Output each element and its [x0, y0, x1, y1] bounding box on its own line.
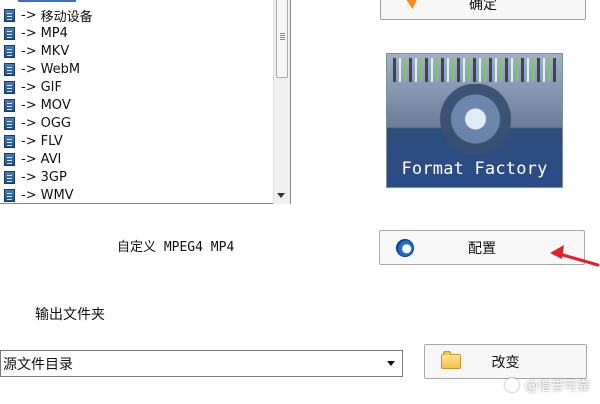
change-button[interactable]: 改变 — [424, 344, 587, 379]
file-icon — [4, 26, 15, 40]
list-item[interactable]: -> OGG — [4, 114, 71, 132]
file-icon — [4, 8, 15, 22]
config-gear-icon — [396, 239, 414, 257]
config-button-label: 配置 — [468, 240, 496, 257]
format-factory-logo: Format Factory — [386, 53, 563, 188]
folder-icon — [441, 351, 461, 369]
list-item[interactable]: -> 3GP — [4, 168, 67, 186]
scroll-thumb[interactable] — [276, 0, 288, 78]
change-button-label: 改变 — [491, 354, 520, 371]
list-item[interactable]: -> WebM — [4, 60, 80, 78]
file-icon — [4, 188, 15, 202]
scroll-down-arrow-icon[interactable] — [277, 193, 285, 198]
format-list[interactable]: -> 移动设备 -> MP4 -> MKV -> WebM -> GIF -> … — [0, 0, 291, 204]
file-icon — [4, 62, 15, 76]
file-icon — [4, 134, 15, 148]
logo-text: Format Factory — [401, 159, 548, 179]
annotation-arrow-icon — [550, 245, 600, 267]
list-item[interactable]: -> FLV — [4, 132, 63, 150]
ok-icon — [403, 0, 419, 9]
file-icon — [4, 116, 15, 130]
selected-item-highlight[interactable] — [18, 0, 76, 2]
list-item[interactable]: -> MP4 — [4, 24, 68, 42]
list-item[interactable]: -> MKV — [4, 42, 69, 60]
file-icon — [4, 80, 15, 94]
ok-button-label: 确定 — [469, 0, 497, 13]
list-scrollbar[interactable] — [273, 0, 290, 204]
grip-icon — [280, 33, 285, 34]
format-icons-strip — [393, 58, 558, 82]
list-item[interactable]: -> WMV — [4, 186, 74, 204]
output-folder-label: 输出文件夹 — [35, 307, 105, 323]
output-directory-select[interactable]: 源文件目录 — [0, 350, 403, 377]
file-icon — [4, 170, 15, 184]
output-directory-value: 源文件目录 — [3, 356, 73, 373]
file-icon — [4, 44, 15, 58]
watermark-text: @信誉可靠 — [524, 379, 590, 394]
ok-button[interactable]: 确定 — [380, 0, 586, 20]
list-item[interactable]: -> AVI — [4, 150, 61, 168]
watermark-logo-icon — [504, 377, 519, 392]
media-disc-graphic — [423, 84, 528, 154]
dropdown-chevron-icon[interactable] — [387, 361, 395, 366]
list-item[interactable]: -> GIF — [4, 78, 62, 96]
list-item[interactable]: -> MOV — [4, 96, 71, 114]
watermark: @信誉可靠 — [504, 375, 590, 394]
file-icon — [4, 152, 15, 166]
custom-profile-label: 自定义 MPEG4 MP4 — [117, 240, 235, 255]
list-item[interactable]: -> 移动设备 — [4, 6, 93, 25]
file-icon — [4, 98, 15, 112]
